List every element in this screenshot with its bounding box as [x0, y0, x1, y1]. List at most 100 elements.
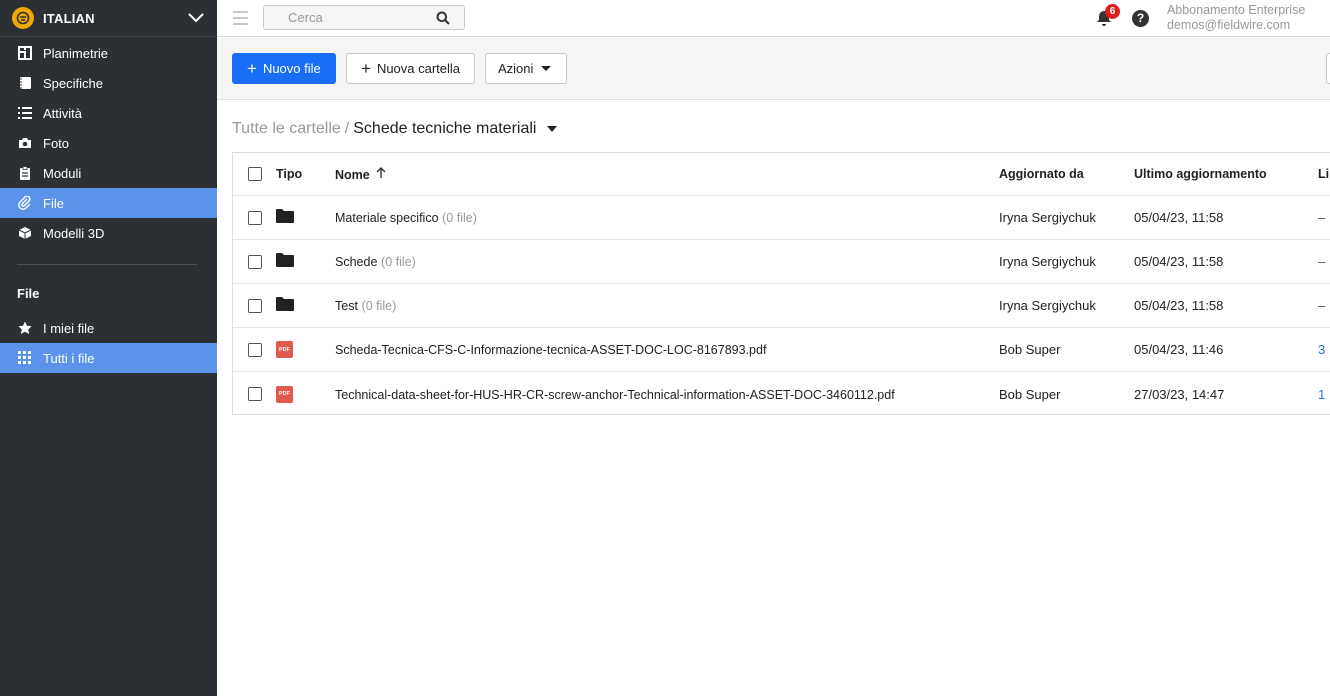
plus-icon: +	[361, 59, 371, 78]
project-header[interactable]: ITALIAN	[0, 0, 217, 37]
sidebar-item-specifiche[interactable]: Specifiche	[0, 68, 217, 98]
sidebar-item-foto[interactable]: Foto	[0, 128, 217, 158]
breadcrumb: Tutte le cartelle / Schede tecniche mate…	[232, 119, 558, 139]
header-link[interactable]: Li	[1318, 167, 1329, 181]
last-update: 27/03/23, 14:47	[1134, 386, 1225, 402]
updated-by: Iryna Sergiychuk	[999, 210, 1096, 225]
sort-ascending-icon	[376, 166, 386, 182]
breadcrumb-root[interactable]: Tutte le cartelle	[232, 120, 341, 138]
select-all-checkbox[interactable]	[248, 167, 262, 181]
search-input[interactable]	[264, 10, 434, 25]
file-name[interactable]: Test (0 file)	[335, 298, 396, 313]
sidebar-item-label: Specifiche	[43, 75, 103, 91]
breadcrumb-separator: /	[344, 120, 350, 137]
table-row[interactable]: Test (0 file) Iryna Sergiychuk 05/04/23,…	[233, 284, 1330, 328]
row-checkbox[interactable]	[248, 342, 262, 357]
last-update: 05/04/23, 11:46	[1134, 342, 1224, 357]
notebook-icon	[17, 75, 33, 91]
file-count: (0 file)	[381, 255, 416, 269]
file-name[interactable]: Scheda-Tecnica-CFS-C-Informazione-tecnic…	[335, 342, 766, 357]
caret-down-icon[interactable]	[547, 126, 558, 132]
updated-by: Bob Super	[999, 342, 1061, 357]
account-info[interactable]: Abbonamento Enterprise demos@fieldwire.c…	[1167, 3, 1305, 33]
new-file-button[interactable]: + Nuovo file	[232, 53, 336, 84]
camera-icon	[17, 135, 33, 151]
star-icon	[17, 320, 33, 336]
new-folder-button[interactable]: + Nuova cartella	[346, 53, 475, 84]
table-row[interactable]: PDF Technical-data-sheet-for-HUS-HR-CR-s…	[233, 372, 1330, 414]
file-count: (0 file)	[361, 299, 397, 313]
sidebar-item-label: Modelli 3D	[43, 225, 105, 241]
search-icon[interactable]	[436, 11, 450, 28]
header-name-label: Nome	[335, 167, 370, 182]
last-update: 05/04/23, 11:58	[1134, 298, 1224, 313]
link-count[interactable]: 3	[1318, 342, 1325, 357]
sidebar-item-moduli[interactable]: Moduli	[0, 158, 217, 188]
folder-name: Schede	[335, 255, 378, 269]
updated-by: Bob Super	[999, 386, 1061, 402]
search-box	[263, 5, 465, 30]
sidebar-nav: Planimetrie Specifiche Attività Foto Mod…	[0, 37, 217, 248]
fieldwire-logo-icon	[12, 7, 34, 29]
sidebar-item-label: Moduli	[43, 165, 82, 181]
last-update: 05/04/23, 11:58	[1134, 210, 1224, 225]
user-email: demos@fieldwire.com	[1167, 18, 1291, 32]
hamburger-menu-icon[interactable]	[233, 11, 248, 25]
header-updated-by[interactable]: Aggiornato da	[999, 167, 1084, 181]
link-value: –	[1318, 210, 1326, 225]
pdf-icon: PDF	[276, 385, 293, 403]
toolbar: + Nuovo file + Nuova cartella Azioni	[217, 38, 1330, 100]
link-count[interactable]: 1	[1318, 387, 1325, 402]
sidebar-item-modelli-3d[interactable]: Modelli 3D	[0, 218, 217, 248]
file-name[interactable]: Materiale specifico (0 file)	[335, 210, 477, 225]
actions-label: Azioni	[498, 61, 534, 76]
chevron-down-icon[interactable]	[187, 9, 205, 27]
table-row[interactable]: Schede (0 file) Iryna Sergiychuk 05/04/2…	[233, 240, 1330, 284]
folder-name: Test	[335, 299, 358, 313]
folder-icon	[276, 209, 294, 226]
row-checkbox[interactable]	[248, 254, 262, 269]
view-toggle-button[interactable]	[1326, 53, 1330, 84]
pdf-icon: PDF	[276, 341, 293, 358]
clipboard-icon	[17, 165, 33, 181]
sidebar-item-label: Tutti i file	[43, 350, 95, 366]
updated-by: Iryna Sergiychuk	[999, 254, 1096, 269]
sidebar-divider	[17, 264, 197, 265]
file-name[interactable]: Schede (0 file)	[335, 254, 416, 269]
help-icon[interactable]: ?	[1132, 10, 1149, 27]
sidebar-item-attivita[interactable]: Attività	[0, 98, 217, 128]
notification-badge: 6	[1105, 4, 1120, 19]
row-checkbox[interactable]	[248, 387, 262, 401]
sidebar-item-planimetrie[interactable]: Planimetrie	[0, 38, 217, 68]
floorplan-icon	[17, 45, 33, 61]
row-checkbox[interactable]	[248, 210, 262, 225]
cube-icon	[17, 225, 33, 241]
row-checkbox[interactable]	[248, 298, 262, 313]
grid-icon	[17, 350, 33, 366]
new-folder-label: Nuova cartella	[376, 61, 461, 76]
header-last-update[interactable]: Ultimo aggiornamento	[1134, 167, 1267, 181]
sidebar-item-label: Planimetrie	[43, 45, 109, 61]
header-type[interactable]: Tipo	[276, 167, 302, 181]
table-row[interactable]: PDF Scheda-Tecnica-CFS-C-Informazione-te…	[233, 328, 1330, 372]
sidebar-item-my-files[interactable]: I miei file	[0, 313, 217, 343]
sidebar-item-all-files[interactable]: Tutti i file	[0, 343, 217, 373]
updated-by: Iryna Sergiychuk	[999, 298, 1096, 313]
paperclip-icon	[17, 195, 33, 211]
caret-down-icon	[541, 66, 552, 71]
sidebar-item-label: Attività	[43, 105, 83, 121]
folder-name: Materiale specifico	[335, 211, 439, 225]
sidebar: ITALIAN Planimetrie Specifiche Attività …	[0, 0, 217, 696]
file-name[interactable]: Technical-data-sheet-for-HUS-HR-CR-screw…	[335, 387, 895, 402]
link-value: –	[1318, 254, 1326, 269]
header-name[interactable]: Nome	[335, 166, 386, 182]
folder-icon	[276, 297, 294, 314]
actions-dropdown[interactable]: Azioni	[485, 53, 567, 84]
link-value: –	[1318, 298, 1326, 313]
table-row[interactable]: Materiale specifico (0 file) Iryna Sergi…	[233, 196, 1330, 240]
plus-icon: +	[247, 59, 257, 78]
files-table: Tipo Nome Aggiornato da Ultimo aggiornam…	[232, 152, 1330, 415]
sidebar-item-file[interactable]: File	[0, 188, 217, 218]
file-count: (0 file)	[442, 211, 477, 225]
list-icon	[17, 105, 33, 121]
